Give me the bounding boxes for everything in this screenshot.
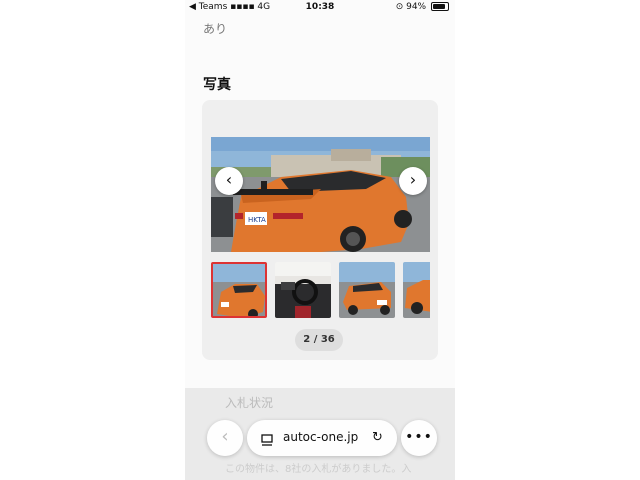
thumbnail-strip xyxy=(211,262,430,318)
battery-percent: 94% xyxy=(406,2,427,12)
thumbnail-1[interactable] xyxy=(211,262,267,318)
status-bar: ◀ Teams ▪▪▪▪ 4G 10:38 ⊙ 94% xyxy=(185,0,455,14)
more-options-button[interactable]: ••• xyxy=(401,420,437,456)
thumbnail-2[interactable] xyxy=(275,262,331,318)
photo-gallery-card: HKTA ‹ › 2 / 36 xyxy=(202,100,438,360)
browser-back-button[interactable]: ‹ xyxy=(207,420,243,456)
photo-counter: 2 / 36 xyxy=(295,329,343,351)
thumbnail-4-image xyxy=(403,262,430,318)
thumbnail-2-image xyxy=(275,262,331,318)
availability-text: あり xyxy=(203,22,228,36)
license-plate-text: HKTA xyxy=(248,216,266,224)
reload-icon[interactable]: ↻ xyxy=(372,430,383,445)
browser-toolbar: ‹ autoc-one.jp ↻ ••• xyxy=(207,420,437,456)
next-photo-button[interactable]: › xyxy=(399,167,427,195)
address-bar[interactable]: autoc-one.jp ↻ xyxy=(247,420,397,456)
thumbnail-3-image xyxy=(339,262,395,318)
prev-photo-button[interactable]: ‹ xyxy=(215,167,243,195)
thumbnail-4[interactable] xyxy=(403,262,430,318)
url-text: autoc-one.jp xyxy=(283,430,359,444)
page-menu-icon[interactable] xyxy=(261,432,273,451)
phone-screen: ◀ Teams ▪▪▪▪ 4G 10:38 ⊙ 94% あり 写真 HKTA ‹… xyxy=(185,0,455,480)
battery-icon xyxy=(431,2,449,11)
thumbnail-3[interactable] xyxy=(339,262,395,318)
bid-section-title: 入札状況 xyxy=(225,396,274,410)
bid-description: この物件は、8社の入札がありました。入 xyxy=(225,464,412,475)
thumbnail-1-image xyxy=(213,264,265,316)
main-car-photo[interactable]: HKTA xyxy=(211,137,430,252)
photos-section-title: 写真 xyxy=(203,77,231,93)
location-icon: ⊙ xyxy=(395,2,404,12)
car-photo-image: HKTA xyxy=(211,137,430,252)
status-right: ⊙ 94% xyxy=(396,2,449,12)
